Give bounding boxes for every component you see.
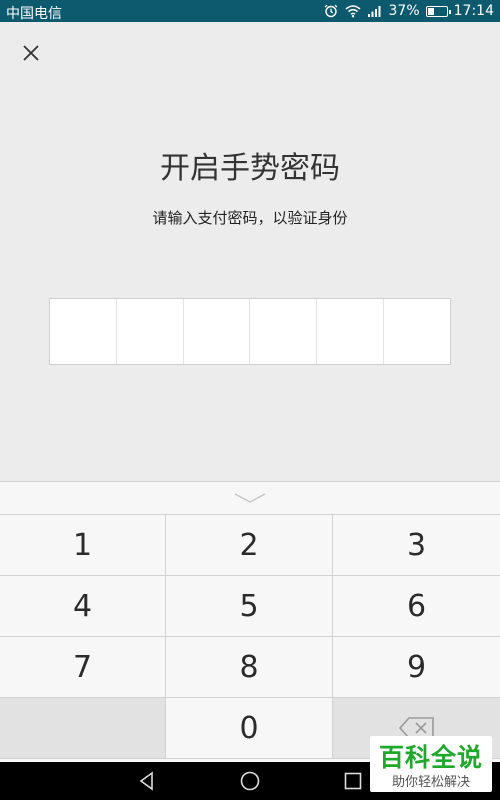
watermark-title: 百科全说 (378, 743, 483, 772)
key-0[interactable]: 0 (166, 698, 333, 759)
page-title: 开启手势密码 (160, 151, 340, 186)
signal-icon (367, 6, 381, 17)
clock: 17:14 (453, 3, 494, 19)
page-subtitle: 请输入支付密码，以验证身份 (152, 209, 348, 227)
close-button[interactable] (18, 40, 46, 68)
watermark-logo: 百科全说 助你轻松解决 (370, 736, 492, 792)
numeric-keypad: 1 2 3 4 5 6 7 8 9 0 (0, 481, 500, 763)
back-button[interactable] (136, 770, 158, 792)
pin-cell (317, 299, 385, 364)
close-icon (23, 45, 39, 61)
status-bar: 中国电信 37% 17:14 (0, 0, 500, 22)
chevron-down-icon (234, 493, 266, 503)
wifi-icon (345, 5, 361, 18)
recents-button[interactable] (342, 770, 364, 792)
recents-square-icon (344, 772, 362, 790)
pin-cell (250, 299, 318, 364)
back-triangle-icon (139, 771, 153, 791)
pin-cell (184, 299, 251, 364)
key-2[interactable]: 2 (166, 515, 333, 576)
watermark-subtitle: 助你轻松解决 (391, 775, 470, 790)
pin-input[interactable] (49, 298, 451, 365)
battery-percent: 37% (388, 3, 420, 19)
status-icons: 37% 17:14 (323, 3, 494, 19)
keypad-collapse-button[interactable] (0, 482, 500, 515)
pin-cell (384, 299, 450, 364)
key-9[interactable]: 9 (333, 637, 500, 698)
key-blank (0, 698, 166, 759)
key-4[interactable]: 4 (0, 576, 166, 637)
key-8[interactable]: 8 (166, 637, 333, 698)
key-3[interactable]: 3 (333, 515, 500, 576)
home-button[interactable] (239, 770, 261, 792)
pin-cell (117, 299, 184, 364)
key-6[interactable]: 6 (333, 576, 500, 637)
alarm-icon (324, 4, 337, 18)
battery-icon (425, 5, 451, 17)
carrier-label: 中国电信 (6, 6, 62, 22)
pin-cell (50, 299, 117, 364)
home-circle-icon (240, 771, 260, 791)
key-7[interactable]: 7 (0, 637, 166, 698)
key-1[interactable]: 1 (0, 515, 166, 576)
key-5[interactable]: 5 (166, 576, 333, 637)
